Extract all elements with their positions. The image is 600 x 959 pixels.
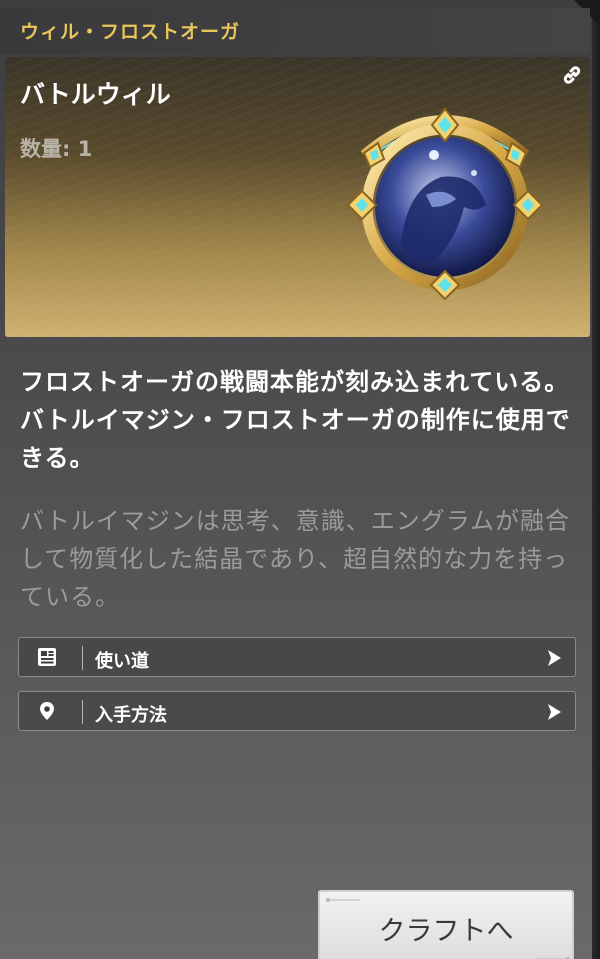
- link-icon[interactable]: [560, 63, 584, 87]
- item-quantity: 数量: 1: [20, 137, 93, 161]
- location-pin-icon: [40, 702, 54, 720]
- battle-will-emblem: [346, 107, 544, 300]
- divider: [82, 700, 83, 724]
- usage-button[interactable]: 使い道: [18, 637, 576, 677]
- obtain-method-button[interactable]: 入手方法: [18, 691, 576, 731]
- divider: [82, 646, 83, 670]
- item-flavor-text: バトルイマジンは思考、意識、エングラムが融合して物質化した結晶であり、超自然的な…: [20, 507, 570, 611]
- item-detail-panel: ウィル・フロストオーガ バトルウィル 数量: 1 フロストオーガの戦闘本能が刻み…: [0, 0, 600, 959]
- item-name: バトルウィル: [20, 80, 171, 109]
- item-description: フロストオーガの戦闘本能が刻み込まれている。バトルイマジン・フロストオーガの制作…: [20, 368, 571, 472]
- panel-edge: [592, 0, 600, 959]
- craft-button-label: クラフトへ: [378, 916, 514, 947]
- document-icon: [38, 648, 56, 666]
- obtain-method-label: 入手方法: [95, 705, 167, 726]
- craft-button[interactable]: クラフトへ: [318, 890, 574, 959]
- chevron-right-icon: [548, 650, 561, 666]
- usage-label: 使い道: [95, 651, 149, 672]
- page-title: ウィル・フロストオーガ: [20, 21, 241, 43]
- chevron-right-icon: [548, 704, 561, 720]
